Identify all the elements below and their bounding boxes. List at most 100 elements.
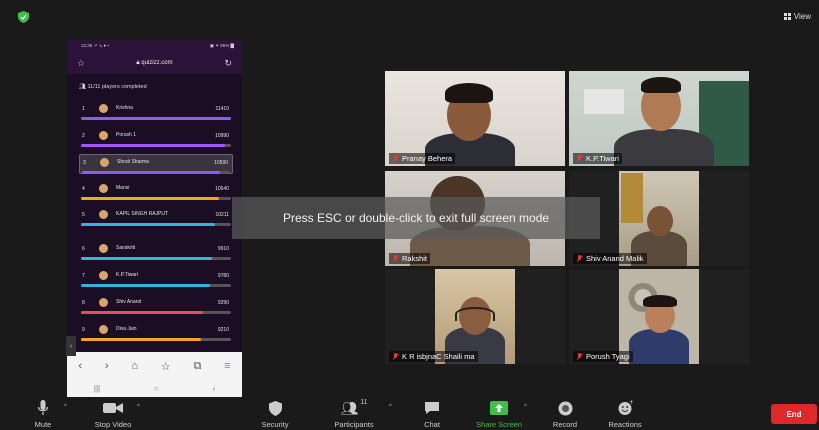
score-bar-fill: [82, 171, 220, 174]
avatar-icon: [100, 158, 109, 167]
score-bar: [81, 223, 231, 226]
end-meeting-button[interactable]: End: [771, 404, 817, 424]
phone-browser-nav: ‹ › ⌂ ☆ ⧉ ≡: [67, 352, 242, 380]
mic-muted-icon: [576, 352, 583, 361]
home-circle-icon: ○: [153, 384, 159, 393]
leaderboard-name: K.P.Tiwari: [116, 272, 138, 278]
shield-icon[interactable]: [18, 11, 29, 23]
video-options-chevron-icon[interactable]: ^: [137, 404, 140, 410]
leaderboard-row: 1 Krishna 11410: [79, 101, 233, 121]
tabs-icon: ⧉: [193, 359, 202, 372]
back-arrow-icon: ‹: [78, 360, 83, 372]
score-bar: [81, 311, 231, 314]
mic-muted-icon: [392, 154, 399, 163]
security-shield-icon: [268, 400, 282, 416]
leaderboard-score: 10990: [215, 133, 229, 139]
score-bar-fill: [81, 117, 231, 120]
security-button[interactable]: Security: [240, 399, 310, 429]
mute-label: Mute: [34, 420, 52, 429]
chat-button[interactable]: Chat: [397, 399, 467, 429]
participants-options-chevron-icon[interactable]: ^: [389, 404, 392, 410]
leaderboard-row: 9 Diva Jain 9210: [79, 322, 233, 342]
participants-button[interactable]: 👥︎ 11 Participants: [319, 399, 389, 429]
video-tile[interactable]: K R isbjnaC Shaili ma: [385, 269, 565, 364]
avatar-icon: [99, 244, 108, 253]
participant-name: K R isbjnaC Shaili ma: [402, 352, 475, 361]
avatar-icon: [99, 298, 108, 307]
leaderboard-name: Sanskriti: [116, 245, 136, 251]
leaderboard-score: 9290: [217, 300, 229, 306]
phone-system-nav: ||| ○ ‹: [67, 380, 242, 397]
video-tile[interactable]: Pranay Behera: [385, 71, 565, 166]
phone-status-right: ▣ ✦ 86% ▇: [209, 43, 234, 48]
participant-label: Porush Tyagi: [573, 351, 633, 362]
avatar-icon: [99, 184, 108, 193]
avatar-icon: [99, 104, 108, 113]
participants-count: 11: [360, 399, 368, 406]
grid-icon: [783, 13, 791, 20]
collapse-tab-chevron-icon[interactable]: ›: [66, 336, 76, 356]
leaderboard-rank: 9: [82, 327, 85, 333]
leaderboard-row: 8 Shiv Anand 9290: [79, 295, 233, 315]
mic-muted-icon: [392, 254, 399, 263]
menu-icon: ≡: [224, 360, 231, 372]
bookmark-icon: ☆: [160, 360, 171, 373]
participant-name: K.P.Tiwari: [586, 154, 619, 163]
score-bar-fill: [81, 197, 219, 200]
leaderboard-rank: 2: [82, 133, 85, 139]
reactions-button[interactable]: + Reactions: [590, 399, 660, 429]
top-bar: View: [0, 0, 819, 32]
score-bar-fill: [81, 284, 210, 287]
phone-url-bar: ☆ 🔒︎ quizizz.com ↻: [67, 52, 242, 74]
leaderboard-score: 10590: [214, 160, 228, 166]
participant-name: Rakshit: [402, 254, 428, 263]
fullscreen-toast: Press ESC or double-click to exit full s…: [232, 197, 600, 239]
leaderboard-rank: 4: [82, 186, 85, 192]
score-bar: [81, 197, 231, 200]
avatar-icon: [99, 131, 108, 140]
mute-options-chevron-icon[interactable]: ^: [64, 404, 67, 410]
view-button[interactable]: View: [783, 12, 811, 21]
score-bar: [82, 171, 230, 174]
view-label: View: [793, 12, 811, 21]
phone-status-bar: 12:35 ↗ ↘ ● • ▣ ✦ 86% ▇: [67, 40, 242, 52]
score-bar-fill: [81, 311, 203, 314]
leaderboard-score: 10540: [215, 186, 229, 192]
leaderboard-name: Porush 1: [116, 132, 137, 138]
share-screen-label: Share Screen: [476, 420, 522, 429]
avatar-icon: [99, 210, 108, 219]
score-bar-fill: [81, 257, 212, 260]
leaderboard-row: 7 K.P.Tiwari 9780: [79, 268, 233, 288]
phone-url-text: quizizz.com: [141, 59, 173, 66]
leaderboard-rank: 8: [82, 300, 85, 306]
mic-muted-icon: [576, 154, 583, 163]
system-back-icon: ‹: [212, 384, 216, 393]
forward-arrow-icon: ›: [104, 360, 109, 372]
score-bar: [81, 144, 231, 147]
players-completed-text: 11/11 players completed: [87, 84, 147, 90]
score-bar: [81, 257, 231, 260]
leaderboard-name: Shiv Anand: [116, 299, 142, 305]
meeting-toolbar: Mute ^ Stop Video ^ Security 👥︎ 11 Partic…: [0, 397, 819, 430]
score-bar-fill: [81, 223, 215, 226]
leaderboard-row: 2 Porush 1 10990: [79, 128, 233, 148]
video-tile[interactable]: K.P.Tiwari: [569, 71, 749, 166]
record-icon: [558, 401, 572, 415]
score-bar: [81, 117, 231, 120]
share-options-chevron-icon[interactable]: ^: [524, 404, 527, 410]
microphone-icon: [38, 400, 48, 415]
mic-muted-icon: [392, 352, 399, 361]
participant-label: K R isbjnaC Shaili ma: [389, 351, 478, 362]
mute-button[interactable]: Mute: [8, 399, 78, 429]
leaderboard-score: 10211: [215, 212, 229, 218]
chat-bubble-icon: [425, 402, 439, 414]
share-screen-icon: [490, 401, 508, 415]
leaderboard-score: 9780: [217, 273, 229, 279]
leaderboard-score: 9210: [217, 327, 229, 333]
participant-label: Shiv Anand Malik: [573, 253, 647, 264]
score-bar: [81, 338, 231, 341]
reactions-label: Reactions: [608, 420, 642, 429]
phone-url: 🔒︎ quizizz.com: [67, 60, 242, 67]
video-tile[interactable]: Porush Tyagi: [569, 269, 749, 364]
leaderboard-row: 3 Shruti Sharma 10590: [79, 154, 233, 174]
